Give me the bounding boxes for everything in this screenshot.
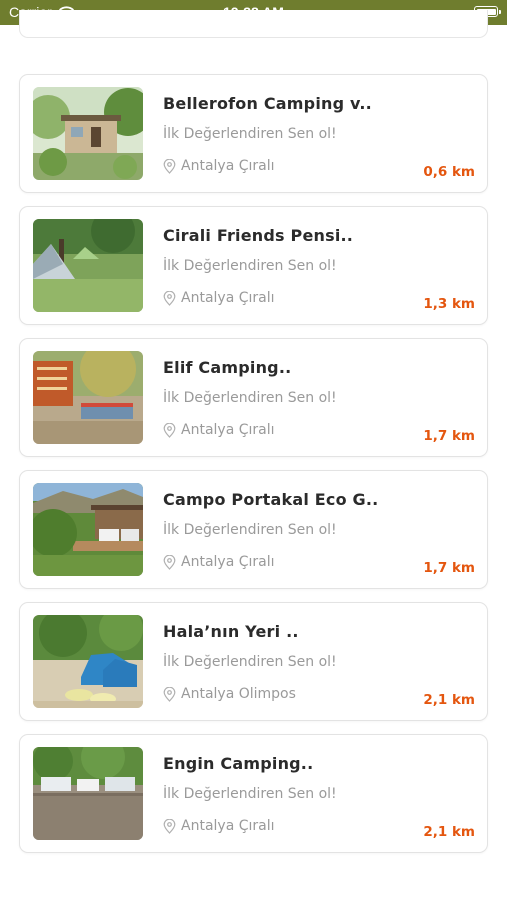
rating-prompt: İlk Değerlendiren Sen ol! — [163, 390, 337, 406]
listing-title: Campo Portakal Eco G.. — [163, 490, 379, 509]
location-text: Antalya Çıralı — [181, 818, 275, 834]
distance: 2,1 km — [423, 692, 475, 708]
distance: 1,3 km — [423, 296, 475, 312]
listing-card[interactable]: Engin Camping.. İlk Değerlendiren Sen ol… — [19, 734, 488, 853]
location-pin-icon — [163, 290, 176, 306]
location: Antalya Olimpos — [163, 686, 296, 702]
location-pin-icon — [163, 686, 176, 702]
rating-prompt: İlk Değerlendiren Sen ol! — [163, 654, 337, 670]
distance: 1,7 km — [423, 428, 475, 444]
listing-photo — [33, 747, 143, 840]
location-pin-icon — [163, 818, 176, 834]
location: Antalya Çıralı — [163, 158, 275, 174]
rating-prompt: İlk Değerlendiren Sen ol! — [163, 258, 337, 274]
location: Antalya Çıralı — [163, 290, 275, 306]
listing-card[interactable]: Bellerofon Camping v.. İlk Değerlendiren… — [19, 74, 488, 193]
location-pin-icon — [163, 422, 176, 438]
distance: 1,7 km — [423, 560, 475, 576]
rating-prompt: İlk Değerlendiren Sen ol! — [163, 126, 337, 142]
listing-card[interactable]: Campo Portakal Eco G.. İlk Değerlendiren… — [19, 470, 488, 589]
previous-card-edge — [19, 10, 488, 38]
listing-title: Hala’nın Yeri .. — [163, 622, 299, 641]
location-text: Antalya Çıralı — [181, 290, 275, 306]
listing-card[interactable]: Elif Camping.. İlk Değerlendiren Sen ol!… — [19, 338, 488, 457]
distance: 0,6 km — [423, 164, 475, 180]
listing-card[interactable]: Hala’nın Yeri .. İlk Değerlendiren Sen o… — [19, 602, 488, 721]
listing-card[interactable]: Cirali Friends Pensi.. İlk Değerlendiren… — [19, 206, 488, 325]
location-text: Antalya Çıralı — [181, 158, 275, 174]
listing-photo — [33, 351, 143, 444]
location: Antalya Çıralı — [163, 818, 275, 834]
rating-prompt: İlk Değerlendiren Sen ol! — [163, 522, 337, 538]
location-text: Antalya Olimpos — [181, 686, 296, 702]
listing-photo — [33, 483, 143, 576]
listing-title: Engin Camping.. — [163, 754, 314, 773]
location-pin-icon — [163, 158, 176, 174]
listing-title: Elif Camping.. — [163, 358, 292, 377]
listing-photo — [33, 219, 143, 312]
listing-title: Cirali Friends Pensi.. — [163, 226, 354, 245]
rating-prompt: İlk Değerlendiren Sen ol! — [163, 786, 337, 802]
location-pin-icon — [163, 554, 176, 570]
distance: 2,1 km — [423, 824, 475, 840]
location-text: Antalya Çıralı — [181, 422, 275, 438]
location-text: Antalya Çıralı — [181, 554, 275, 570]
listing-photo — [33, 615, 143, 708]
location: Antalya Çıralı — [163, 554, 275, 570]
location: Antalya Çıralı — [163, 422, 275, 438]
listing-title: Bellerofon Camping v.. — [163, 94, 372, 113]
listing-photo — [33, 87, 143, 180]
